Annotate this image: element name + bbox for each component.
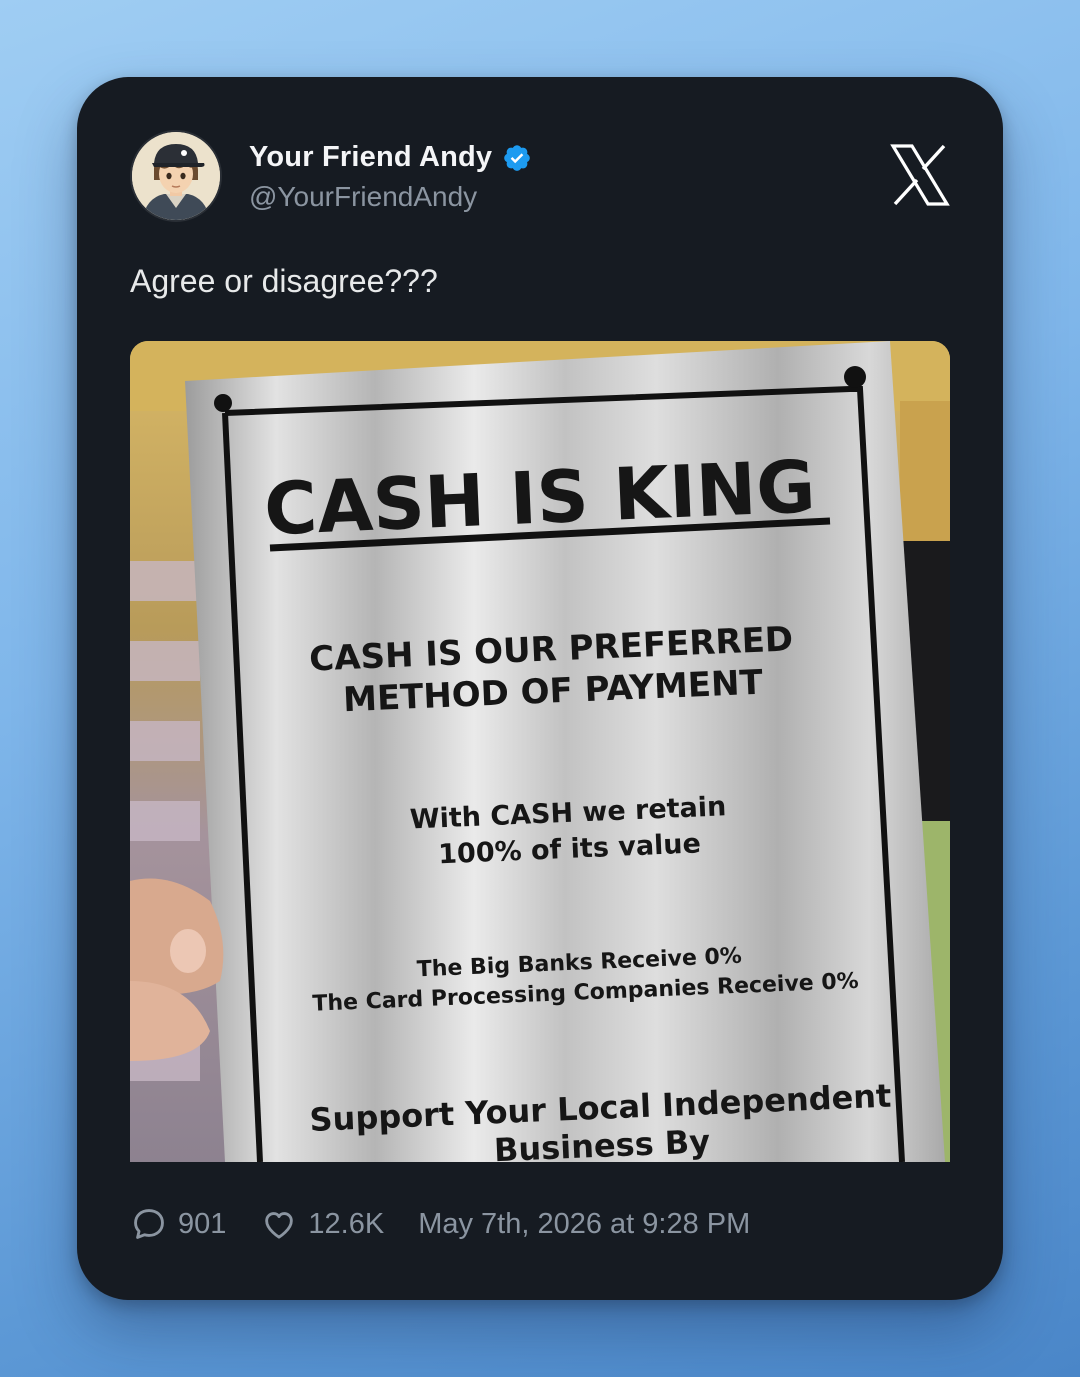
- avatar[interactable]: [130, 130, 222, 222]
- verified-badge-icon: [504, 144, 531, 171]
- like-count: 12.6K: [308, 1207, 385, 1240]
- tweet-card: Your Friend Andy @YourFriendAndy Agree o…: [77, 77, 1003, 1300]
- author-name[interactable]: Your Friend Andy: [249, 141, 492, 174]
- reply-stat[interactable]: 901: [130, 1205, 226, 1243]
- reply-bubble-icon: [134, 1209, 164, 1239]
- author-name-row: Your Friend Andy: [249, 141, 532, 174]
- cash-is-king-sign-photo: CASH IS KING CASH IS OUR PREFERRED METHO…: [130, 341, 950, 1162]
- tweet-media-image[interactable]: CASH IS KING CASH IS OUR PREFERRED METHO…: [130, 341, 950, 1162]
- author-handle[interactable]: @YourFriendAndy: [249, 181, 477, 213]
- reply-count: 901: [178, 1207, 227, 1240]
- tweet-timestamp[interactable]: May 7th, 2026 at 9:28 PM: [418, 1208, 750, 1241]
- tweet-text: Agree or disagree???: [130, 263, 438, 299]
- cartoon-avatar-icon: [132, 132, 220, 220]
- like-stat[interactable]: 12.6K: [260, 1205, 384, 1243]
- heart-icon: [265, 1212, 294, 1239]
- x-logo-icon[interactable]: [890, 144, 950, 206]
- tweet-footer: 901 12.6K May 7th, 2026 at 9:28 PM: [130, 1202, 750, 1246]
